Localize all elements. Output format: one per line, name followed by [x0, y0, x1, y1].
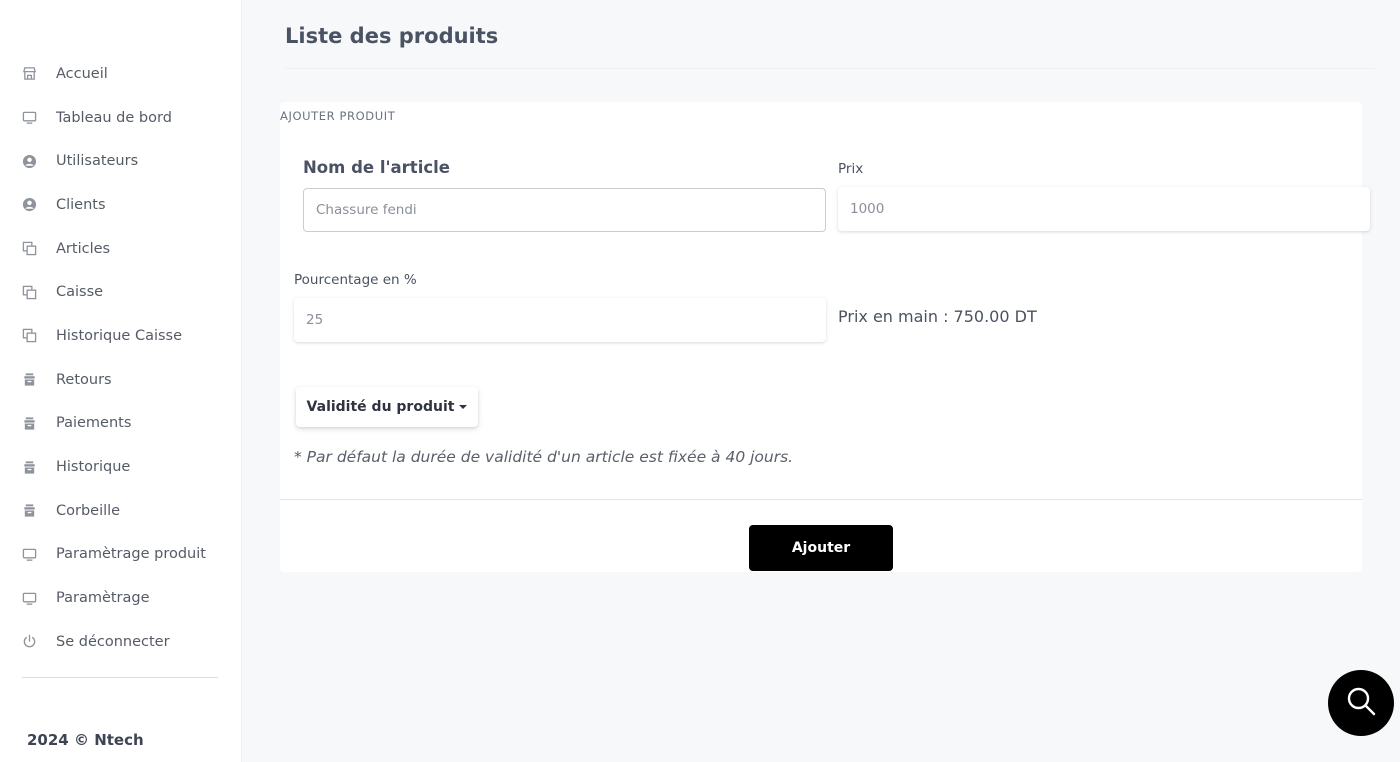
validite-button-label: Validité du produit	[306, 399, 455, 415]
prix-input[interactable]	[838, 187, 1370, 231]
sidebar-item-label: Historique	[56, 459, 131, 476]
box-icon	[21, 372, 37, 388]
sidebar-item-corbeille[interactable]: Corbeille	[0, 489, 242, 533]
sidebar-item-accueil[interactable]: Accueil	[0, 52, 242, 96]
validite-dropdown-button[interactable]: Validité du produit	[296, 387, 478, 427]
power-icon	[21, 634, 37, 650]
sidebar: Accueil Tableau de bord Utilisateurs Cli…	[0, 0, 242, 762]
sidebar-item-label: Tableau de bord	[56, 109, 172, 126]
sidebar-item-label: Paramètrage produit	[56, 546, 206, 563]
sidebar-item-parametrage-produit[interactable]: Paramètrage produit	[0, 533, 242, 577]
copy-icon	[21, 241, 37, 257]
header-divider	[285, 68, 1375, 69]
user-circle-icon	[21, 197, 37, 213]
copy-icon	[21, 284, 37, 300]
monitor-icon	[21, 590, 37, 606]
sidebar-item-label: Paiements	[56, 415, 132, 432]
sidebar-item-label: Corbeille	[56, 502, 121, 519]
box-icon	[21, 503, 37, 519]
sidebar-item-utilisateurs[interactable]: Utilisateurs	[0, 139, 242, 183]
sidebar-item-tableau-de-bord[interactable]: Tableau de bord	[0, 96, 242, 140]
sidebar-item-paiements[interactable]: Paiements	[0, 402, 242, 446]
caret-down-icon	[459, 405, 468, 409]
card-divider	[280, 499, 1362, 500]
sidebar-item-parametrage[interactable]: Paramètrage	[0, 576, 242, 620]
page-title: Liste des produits	[285, 24, 499, 48]
store-icon	[21, 66, 37, 82]
validity-note: * Par défaut la durée de validité d'un a…	[294, 448, 794, 466]
sidebar-item-label: Se déconnecter	[56, 633, 170, 650]
box-icon	[21, 459, 37, 475]
pourcentage-label: Pourcentage en %	[294, 272, 417, 288]
sidebar-item-label: Articles	[56, 240, 111, 257]
sidebar-item-label: Clients	[56, 196, 106, 213]
sidebar-item-historique[interactable]: Historique	[0, 445, 242, 489]
card-title: AJOUTER PRODUIT	[280, 109, 396, 123]
box-icon	[21, 415, 37, 431]
pourcentage-input[interactable]	[294, 298, 826, 342]
add-product-card: AJOUTER PRODUIT Nom de l'article Prix Po…	[280, 102, 1370, 572]
sidebar-footer: 2024 © Ntech	[27, 731, 144, 749]
sidebar-item-label: Caisse	[56, 284, 104, 301]
floating-search-button[interactable]	[1328, 670, 1394, 736]
sidebar-divider	[22, 677, 218, 678]
sidebar-item-retours[interactable]: Retours	[0, 358, 242, 402]
sidebar-item-label: Accueil	[56, 65, 108, 82]
user-circle-icon	[21, 153, 37, 169]
sidebar-item-articles[interactable]: Articles	[0, 227, 242, 271]
sidebar-item-label: Retours	[56, 371, 112, 388]
nom-article-input[interactable]	[303, 188, 826, 232]
monitor-icon	[21, 110, 37, 126]
sidebar-item-label: Utilisateurs	[56, 153, 139, 170]
prix-label: Prix	[838, 161, 864, 177]
ajouter-button[interactable]: Ajouter	[749, 525, 893, 571]
nom-article-label: Nom de l'article	[303, 158, 450, 177]
search-icon	[1345, 685, 1377, 721]
sidebar-item-se-deconnecter[interactable]: Se déconnecter	[0, 620, 242, 664]
sidebar-nav: Accueil Tableau de bord Utilisateurs Cli…	[0, 52, 242, 664]
sidebar-item-label: Paramètrage	[56, 590, 150, 607]
sidebar-item-clients[interactable]: Clients	[0, 183, 242, 227]
prix-en-main-text: Prix en main : 750.00 DT	[838, 307, 1037, 326]
sidebar-item-label: Historique Caisse	[56, 327, 183, 344]
sidebar-item-caisse[interactable]: Caisse	[0, 270, 242, 314]
copy-icon	[21, 328, 37, 344]
monitor-icon	[21, 546, 37, 562]
sidebar-item-historique-caisse[interactable]: Historique Caisse	[0, 314, 242, 358]
